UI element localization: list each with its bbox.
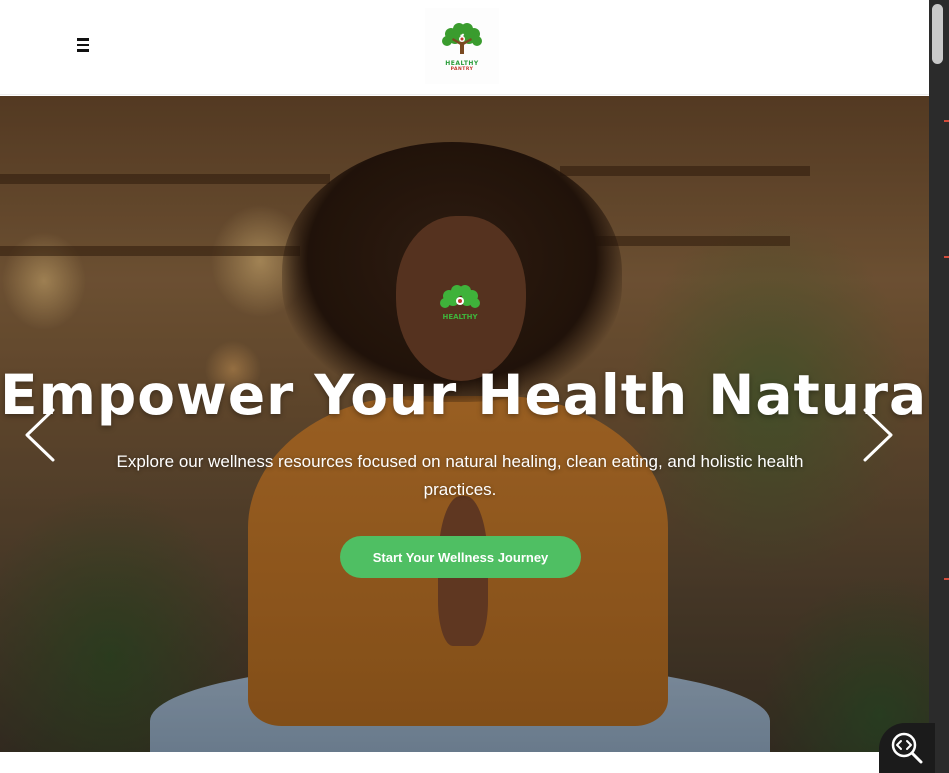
side-mark: [944, 578, 949, 580]
site-logo[interactable]: HEALTHY PANTRY: [425, 8, 499, 84]
scrollbar-track[interactable]: [929, 0, 949, 773]
logo-text: HEALTHY: [445, 60, 479, 67]
carousel-prev-button[interactable]: [20, 405, 60, 465]
content-below-hero: [0, 752, 929, 773]
start-wellness-journey-button[interactable]: Start Your Wellness Journey: [340, 536, 581, 578]
chevron-left-icon: [25, 408, 55, 462]
chevron-right-icon: [863, 408, 893, 462]
page: HEALTHY PANTRY HEALTHY Empower Your Heal…: [0, 0, 949, 773]
hamburger-menu-icon[interactable]: [70, 32, 96, 58]
site-header: HEALTHY PANTRY: [0, 0, 929, 95]
carousel-next-button[interactable]: [858, 405, 898, 465]
hero-carousel: HEALTHY Empower Your Health Naturally Ex…: [0, 96, 929, 752]
tree-leaf-logo-icon: [442, 23, 482, 54]
zoom-code-icon: [891, 732, 923, 764]
tree-leaf-watermark-icon: HEALTHY: [440, 285, 480, 321]
hero-subtitle: Explore our wellness resources focused o…: [116, 452, 804, 499]
side-mark: [944, 120, 949, 122]
hero-title: Empower Your Health Naturally: [0, 363, 929, 427]
zoom-code-button[interactable]: [879, 723, 935, 773]
svg-text:HEALTHY: HEALTHY: [442, 313, 478, 321]
side-mark: [944, 256, 949, 258]
hero-logo-watermark: HEALTHY: [435, 278, 485, 328]
scrollbar-thumb[interactable]: [932, 4, 943, 64]
logo-subtext: PANTRY: [450, 67, 474, 72]
